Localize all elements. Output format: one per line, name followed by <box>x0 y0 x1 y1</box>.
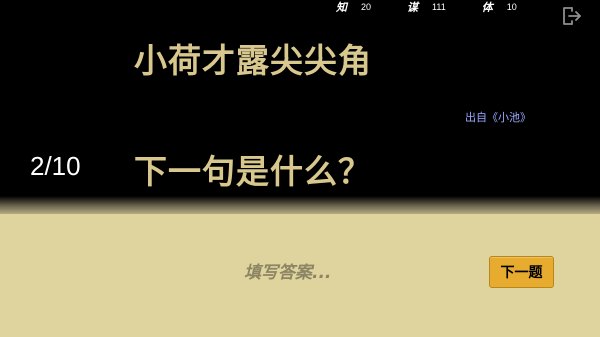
stat-value: 111 <box>432 2 446 12</box>
stat-value: 20 <box>361 2 372 12</box>
stat-value: 10 <box>506 2 517 12</box>
stat-ti: 体 10 <box>482 0 517 15</box>
answer-input[interactable] <box>240 259 468 287</box>
stat-label: 知 <box>336 1 347 14</box>
poem-line: 小荷才露尖尖角 <box>134 41 372 80</box>
poem-source: 出自《小池》 <box>465 111 531 124</box>
exit-icon[interactable] <box>560 5 582 27</box>
stat-label: 谋 <box>407 1 419 14</box>
stat-mou: 谋 111 <box>407 0 446 15</box>
stats-bar: 知 20 谋 111 体 10 <box>336 0 517 14</box>
stat-zhi: 知 20 <box>336 0 371 15</box>
next-question-button[interactable]: 下一题 <box>489 256 554 288</box>
question-counter: 2/10 <box>30 151 81 181</box>
stat-label: 体 <box>481 1 493 14</box>
question-prompt: 下一句是什么？ <box>134 152 372 191</box>
game-screen: 知 20 谋 111 体 10 小荷才露尖尖角 出自《小池》 2/10 下一句是… <box>0 0 600 337</box>
